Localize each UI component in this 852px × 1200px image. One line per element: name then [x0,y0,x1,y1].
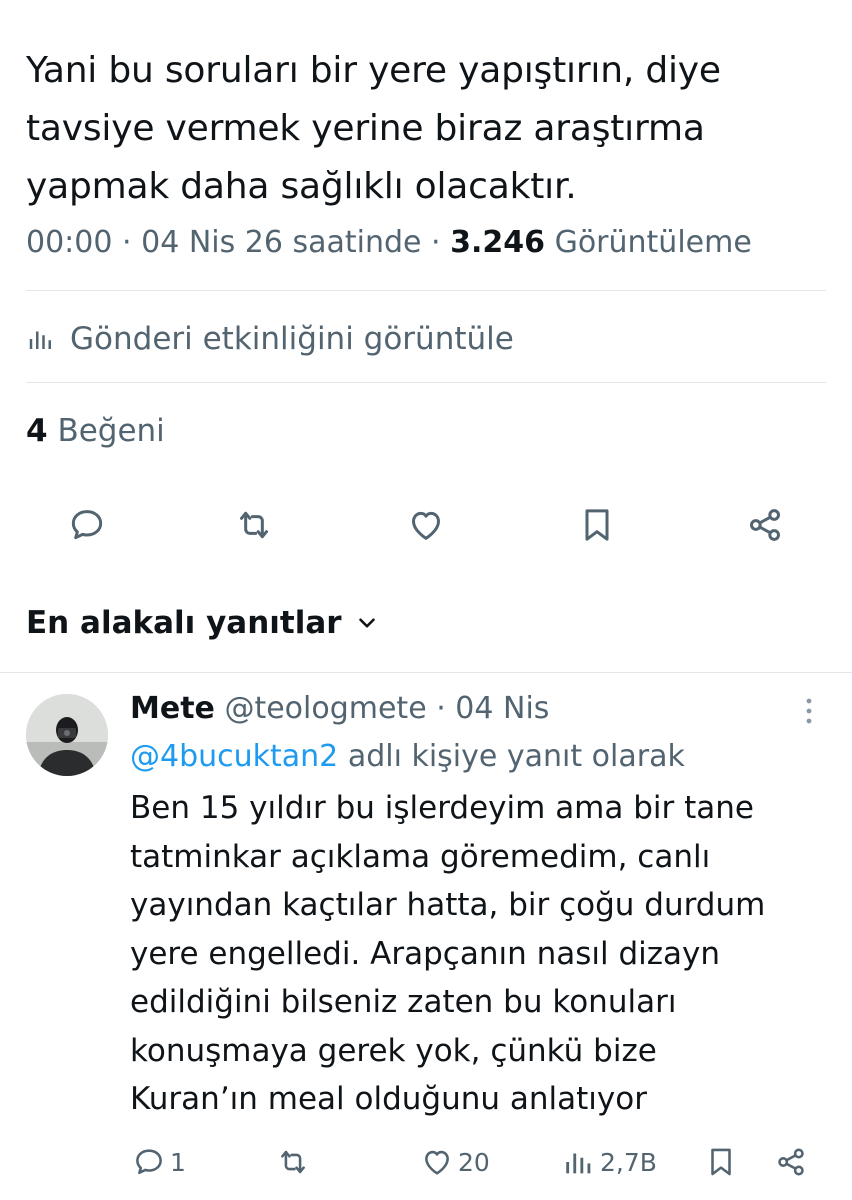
replies-sort-dropdown[interactable]: En alakalı yanıtlar [26,600,380,646]
reply-to-handle-link[interactable]: @4bucuktan2 [130,739,338,774]
meta-separator: · [436,691,446,726]
likes-summary[interactable]: 4 Beğeni [26,408,165,454]
reply-text: Ben 15 yıldır bu işlerdeyim ama bir tane… [130,784,830,1124]
reply-text-line: edildiğini bilseniz zaten bu konuları [130,984,677,1020]
tweet-text-line: tavsiye vermek yerine biraz araştırma [26,108,705,149]
tweet-text: Yani bu soruları bir yere yapıştırın, di… [26,42,826,216]
reply-icon [71,510,103,540]
more-vertical-icon [806,698,812,724]
retweet-icon [240,511,268,539]
retweet-icon [281,1150,305,1174]
reply-count: 1 [170,1147,186,1177]
like-button[interactable] [402,501,450,549]
views-count: 3.246 [450,225,546,260]
reply-reply-button[interactable]: 1 [132,1140,186,1184]
reply-author-handle[interactable]: @teologmete [224,691,426,726]
like-icon [425,1150,449,1175]
views-label: Görüntüleme [554,225,752,260]
like-icon [412,511,440,540]
bookmark-button[interactable] [573,501,621,549]
analytics-icon [566,1153,591,1174]
reply-bookmark-button[interactable] [704,1140,738,1184]
share-icon [750,509,780,541]
tweet-date[interactable]: 04 Nis 26 saatinde [141,225,421,260]
avatar-image [26,694,108,776]
likes-count: 4 [26,413,48,449]
reply-to-suffix: adlı kişiye yanıt olarak [347,739,685,774]
reply-views-button[interactable]: 2,7B [562,1140,657,1184]
reply-action-bar: 1 20 2,7B [0,1140,852,1184]
reply-share-button[interactable] [774,1140,808,1184]
tweet-time[interactable]: 00:00 [26,225,112,260]
share-button[interactable] [741,501,789,549]
reply-to-context: @4bucuktan2 adlı kişiye yanıt olarak [130,734,685,780]
reply-text-line: konuşmaya gerek yok, çünkü bize [130,1032,657,1069]
like-count: 20 [458,1147,490,1177]
bookmark-icon [711,1148,731,1176]
avatar[interactable] [26,694,108,776]
reply-text-line: yayından kaçtılar hatta, bir çoğu durdum [130,887,766,923]
meta-separator: · [431,225,441,260]
reply-date[interactable]: 04 Nis [455,691,549,726]
post-activity-link[interactable]: Gönderi etkinliğini görüntüle [26,316,826,362]
reply-text-line: Kuran’ın meal olduğunu anlatıyor [130,1081,647,1117]
chevron-down-icon [358,618,375,628]
reply-author-name[interactable]: Mete [130,691,215,726]
divider [0,672,852,673]
divider [26,382,826,383]
post-activity-label: Gönderi etkinliğini görüntüle [70,321,514,357]
retweet-button[interactable] [230,501,278,549]
tweet-text-line: yapmak daha sağlıklı olacaktır. [26,166,577,207]
tweet-meta: 00:00 · 04 Nis 26 saatinde · 3.246 Görün… [26,218,826,268]
reply-text-line: tatminkar açıklama göremedim, canlı [130,838,711,875]
reply-button[interactable] [63,501,111,549]
analytics-icon [29,331,51,349]
meta-separator: · [122,225,132,260]
divider [26,290,826,291]
replies-sort-label: En alakalı yanıtlar [26,605,342,641]
reply-text-line: yere engelledi. Arapçanın nasıl dizayn [130,935,721,972]
bookmark-icon [585,509,609,541]
reply-header: Mete @teologmete · 04 Nis [130,686,549,732]
share-icon [778,1148,804,1176]
tweet-action-bar [0,497,852,553]
reply-retweet-button[interactable] [276,1140,310,1184]
view-count: 2,7B [600,1147,657,1177]
reply-like-button[interactable]: 20 [420,1140,490,1184]
tweet-text-line: Yani bu soruları bir yere yapıştırın, di… [26,50,721,91]
more-options-button[interactable] [794,694,824,730]
reply-icon [136,1149,162,1175]
likes-label: Beğeni [57,413,165,449]
reply-text-line: Ben 15 yıldır bu işlerdeyim ama bir tane [130,790,754,826]
